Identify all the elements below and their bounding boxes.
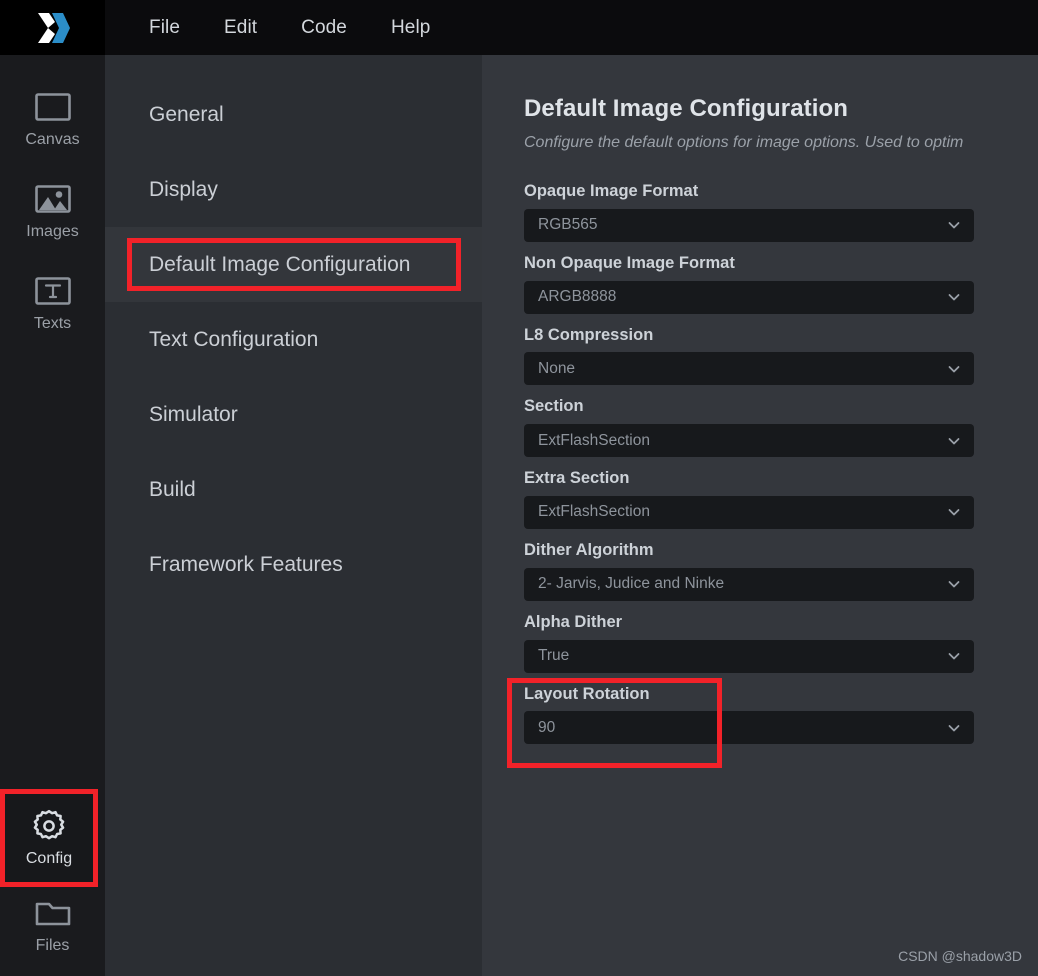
settings-content-panel: Default Image Configuration Configure th… <box>482 55 1038 976</box>
field-dither-algorithm: Dither Algorithm 2- Jarvis, Judice and N… <box>524 541 974 601</box>
app-body: Canvas Images Texts Config Files General… <box>0 55 1038 976</box>
nav-item-default-image-configuration[interactable]: Default Image Configuration <box>105 227 482 302</box>
field-non-opaque-image-format: Non Opaque Image Format ARGB8888 <box>524 254 974 314</box>
sidebar-label-config: Config <box>25 850 73 867</box>
label-l8-compression: L8 Compression <box>524 325 654 344</box>
chevron-down-icon <box>948 653 960 660</box>
sidebar-item-config[interactable]: Config <box>0 789 98 887</box>
value-extra-section: ExtFlashSection <box>538 503 650 521</box>
select-layout-rotation[interactable]: 90 <box>524 711 974 745</box>
chevron-down-icon <box>948 365 960 373</box>
nav-label-default-image-configuration: Default Image Configuration <box>149 252 411 276</box>
left-sidebar: Canvas Images Texts Config Files <box>0 55 105 976</box>
watermark: CSDN @shadow3D <box>898 948 1022 964</box>
select-section[interactable]: ExtFlashSection <box>524 424 974 458</box>
value-non-opaque-image-format: ARGB8888 <box>538 288 617 306</box>
sidebar-item-texts[interactable]: Texts <box>0 257 105 349</box>
nav-item-build[interactable]: Build <box>105 452 482 527</box>
page-description: Configure the default options for image … <box>524 134 964 151</box>
value-alpha-dither: True <box>538 647 570 665</box>
field-l8-compression: L8 Compression None <box>524 326 974 386</box>
field-alpha-dither: Alpha Dither True <box>524 613 974 673</box>
page-title: Default Image Configuration <box>524 95 849 122</box>
sidebar-label-canvas: Canvas <box>25 131 80 148</box>
select-l8-compression[interactable]: None <box>524 352 974 386</box>
field-opaque-image-format: Opaque Image Format RGB565 <box>524 182 974 242</box>
image-picture-icon <box>32 182 74 216</box>
nav-label-display: Display <box>149 177 218 201</box>
nav-label-framework-features: Framework Features <box>149 552 343 576</box>
select-alpha-dither[interactable]: True <box>524 639 974 673</box>
menu-item-edit[interactable]: Edit <box>202 13 279 43</box>
nav-item-general[interactable]: General <box>105 77 482 152</box>
sidebar-item-files[interactable]: Files <box>0 884 105 976</box>
text-t-icon <box>32 274 74 308</box>
select-non-opaque-image-format[interactable]: ARGB8888 <box>524 280 974 314</box>
settings-form: Opaque Image Format RGB565 Non Opaque Im… <box>507 182 974 768</box>
nav-label-general: General <box>149 102 224 126</box>
select-opaque-image-format[interactable]: RGB565 <box>524 208 974 242</box>
gear-icon <box>28 809 70 843</box>
sidebar-item-images[interactable]: Images <box>0 165 105 257</box>
menu-bar-items: File Edit Code Help <box>105 0 452 55</box>
value-section: ExtFlashSection <box>538 431 650 449</box>
nav-label-build: Build <box>149 477 196 501</box>
field-layout-rotation: Layout Rotation 90 <box>507 677 974 768</box>
chevron-down-icon <box>948 222 960 229</box>
nav-item-framework-features[interactable]: Framework Features <box>105 527 482 602</box>
app-logo <box>0 0 105 55</box>
value-opaque-image-format: RGB565 <box>538 216 598 234</box>
field-section: Section ExtFlashSection <box>524 397 974 458</box>
canvas-rect-icon <box>32 90 74 124</box>
sidebar-label-images: Images <box>26 223 79 240</box>
x-logo-icon <box>37 12 70 43</box>
label-non-opaque-image-format: Non Opaque Image Format <box>524 253 735 272</box>
nav-label-simulator: Simulator <box>149 402 238 426</box>
chevron-down-icon <box>948 509 960 516</box>
menu-item-file[interactable]: File <box>127 13 202 43</box>
label-opaque-image-format: Opaque Image Format <box>524 182 699 200</box>
chevron-down-icon <box>948 724 960 732</box>
top-menu-bar: File Edit Code Help <box>0 0 1038 55</box>
folder-icon <box>32 896 74 930</box>
chevron-down-icon <box>948 294 960 301</box>
select-extra-section[interactable]: ExtFlashSection <box>524 495 974 529</box>
sidebar-label-files: Files <box>35 937 70 954</box>
sidebar-item-canvas[interactable]: Canvas <box>0 73 105 165</box>
app-window: File Edit Code Help Canvas Images Texts … <box>0 0 1038 976</box>
label-extra-section: Extra Section <box>524 469 630 488</box>
nav-item-display[interactable]: Display <box>105 152 482 227</box>
menu-item-help[interactable]: Help <box>369 13 452 43</box>
chevron-down-icon <box>948 581 960 588</box>
label-alpha-dither: Alpha Dither <box>524 612 623 631</box>
nav-item-text-configuration[interactable]: Text Configuration <box>105 302 482 377</box>
value-l8-compression: None <box>538 359 576 377</box>
select-dither-algorithm[interactable]: 2- Jarvis, Judice and Ninke <box>524 567 974 601</box>
settings-nav-panel: General Display Default Image Configurat… <box>105 55 482 976</box>
nav-label-text-configuration: Text Configuration <box>149 327 319 351</box>
label-dither-algorithm: Dither Algorithm <box>524 540 654 559</box>
value-dither-algorithm: 2- Jarvis, Judice and Ninke <box>538 575 725 593</box>
label-section: Section <box>524 397 584 416</box>
value-layout-rotation: 90 <box>538 718 556 736</box>
menu-item-code[interactable]: Code <box>279 13 369 43</box>
chevron-down-icon <box>948 437 960 445</box>
sidebar-label-texts: Texts <box>33 315 72 332</box>
label-layout-rotation: Layout Rotation <box>524 684 650 703</box>
field-extra-section: Extra Section ExtFlashSection <box>524 469 974 529</box>
nav-item-simulator[interactable]: Simulator <box>105 377 482 452</box>
